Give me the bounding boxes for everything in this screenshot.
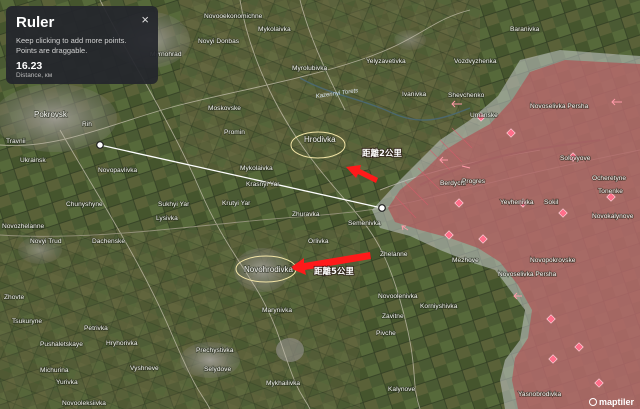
- place-label: Zhuravka: [292, 211, 320, 218]
- maptiler-logo[interactable]: maptiler: [588, 397, 634, 407]
- place-label: Zhelanne: [380, 251, 408, 258]
- ruler-panel: Ruler × Keep clicking to add more points…: [6, 6, 158, 84]
- place-label: Krasnyi Yar: [246, 181, 280, 188]
- place-label: Lysivka: [156, 215, 178, 222]
- maptiler-text: maptiler: [598, 397, 634, 407]
- annotation-5km: 距離5公里: [314, 266, 354, 277]
- place-label: Novohrodivka: [244, 265, 293, 274]
- place-label: Shevchenko: [448, 92, 485, 99]
- place-label: Tsukuryne: [12, 318, 42, 325]
- place-label: Umanske: [470, 112, 498, 119]
- place-label: Ivanivka: [402, 91, 427, 98]
- annotation-2km: 距離2公里: [362, 148, 402, 159]
- place-label: Kalynove: [388, 386, 415, 393]
- place-label: Novozhelanne: [2, 223, 44, 230]
- place-label: Novoselivka Persha: [498, 271, 557, 278]
- place-label: Semenivka: [348, 220, 381, 227]
- place-label: Mykhailivka: [266, 380, 300, 387]
- place-label: Petrivka: [84, 325, 108, 332]
- place-label: Yurivka: [56, 379, 78, 386]
- place-label: Ocheretyne: [592, 175, 626, 182]
- place-label: Novoselivka Persha: [530, 103, 589, 110]
- place-label: Novopavlivka: [98, 167, 138, 174]
- place-label: Novokalynove: [592, 213, 634, 220]
- place-label: Chunyshyne: [66, 201, 103, 208]
- place-label: Zavitne: [382, 313, 404, 320]
- ruler-title: Ruler: [16, 14, 55, 31]
- place-label: Tonenke: [598, 188, 623, 195]
- place-label: Novooleksiivka: [62, 400, 106, 407]
- place-label: Baranivka: [510, 26, 540, 33]
- place-label: Michurina: [40, 367, 69, 374]
- place-label: Mezhove: [452, 257, 479, 264]
- place-label: Yasnobrodivka: [518, 391, 561, 398]
- place-label: Orlivka: [308, 238, 329, 245]
- place-label: Pushaletskaye: [40, 341, 83, 348]
- place-label: Dachenske: [92, 238, 125, 245]
- place-label: Hrodivka: [304, 135, 336, 144]
- place-label: Novoolenivka: [378, 293, 418, 300]
- close-icon[interactable]: ×: [141, 13, 149, 27]
- ruler-hint: Keep clicking to add more points. Points…: [16, 36, 127, 55]
- place-label: Selydove: [204, 366, 231, 373]
- place-label: Pokrovsk: [34, 110, 68, 119]
- maptiler-icon: [588, 398, 597, 406]
- place-label: Krutyi Yar: [222, 200, 251, 207]
- place-label: Marynivka: [262, 307, 292, 314]
- place-label: Vyshneve: [130, 365, 159, 372]
- place-label: Yelyzavetivka: [366, 58, 406, 65]
- place-label: Novooekonomichne: [204, 13, 263, 20]
- place-label: Prechystivka: [196, 347, 234, 354]
- place-label: Ukrainsk: [20, 157, 46, 164]
- place-label: Travnii: [6, 138, 26, 145]
- place-label: Solovyove: [560, 155, 591, 162]
- place-label: Zhovte: [4, 294, 24, 301]
- place-label: Novopokrovske: [530, 257, 576, 264]
- place-label: Korniyshivka: [420, 303, 458, 310]
- distance-label: Distance, км: [16, 72, 53, 79]
- place-label: Moskovske: [208, 105, 241, 112]
- place-label: Sukhyi Yar: [158, 201, 190, 208]
- place-label: Novyi Donbas: [198, 38, 240, 45]
- ruler-point-end[interactable]: [378, 204, 386, 212]
- ruler-point-start[interactable]: [96, 141, 104, 149]
- place-label: Hryhorivka: [106, 340, 138, 347]
- place-label: Mykolaivka: [240, 165, 273, 172]
- place-label: Novyi Trud: [30, 238, 62, 245]
- place-label: Yevhenivka: [500, 199, 534, 206]
- place-label: Myrolubivka: [292, 65, 328, 72]
- place-label: Rih: [82, 121, 92, 128]
- place-label: Mykolaivka: [258, 26, 291, 33]
- place-label: Sokil: [544, 199, 559, 206]
- place-label: Pivche: [376, 330, 396, 337]
- place-label: Vozdvyzhenka: [454, 58, 497, 65]
- place-label: Progres: [462, 178, 486, 185]
- place-label: Promin: [224, 129, 245, 136]
- distance-value: 16.23: [16, 60, 43, 72]
